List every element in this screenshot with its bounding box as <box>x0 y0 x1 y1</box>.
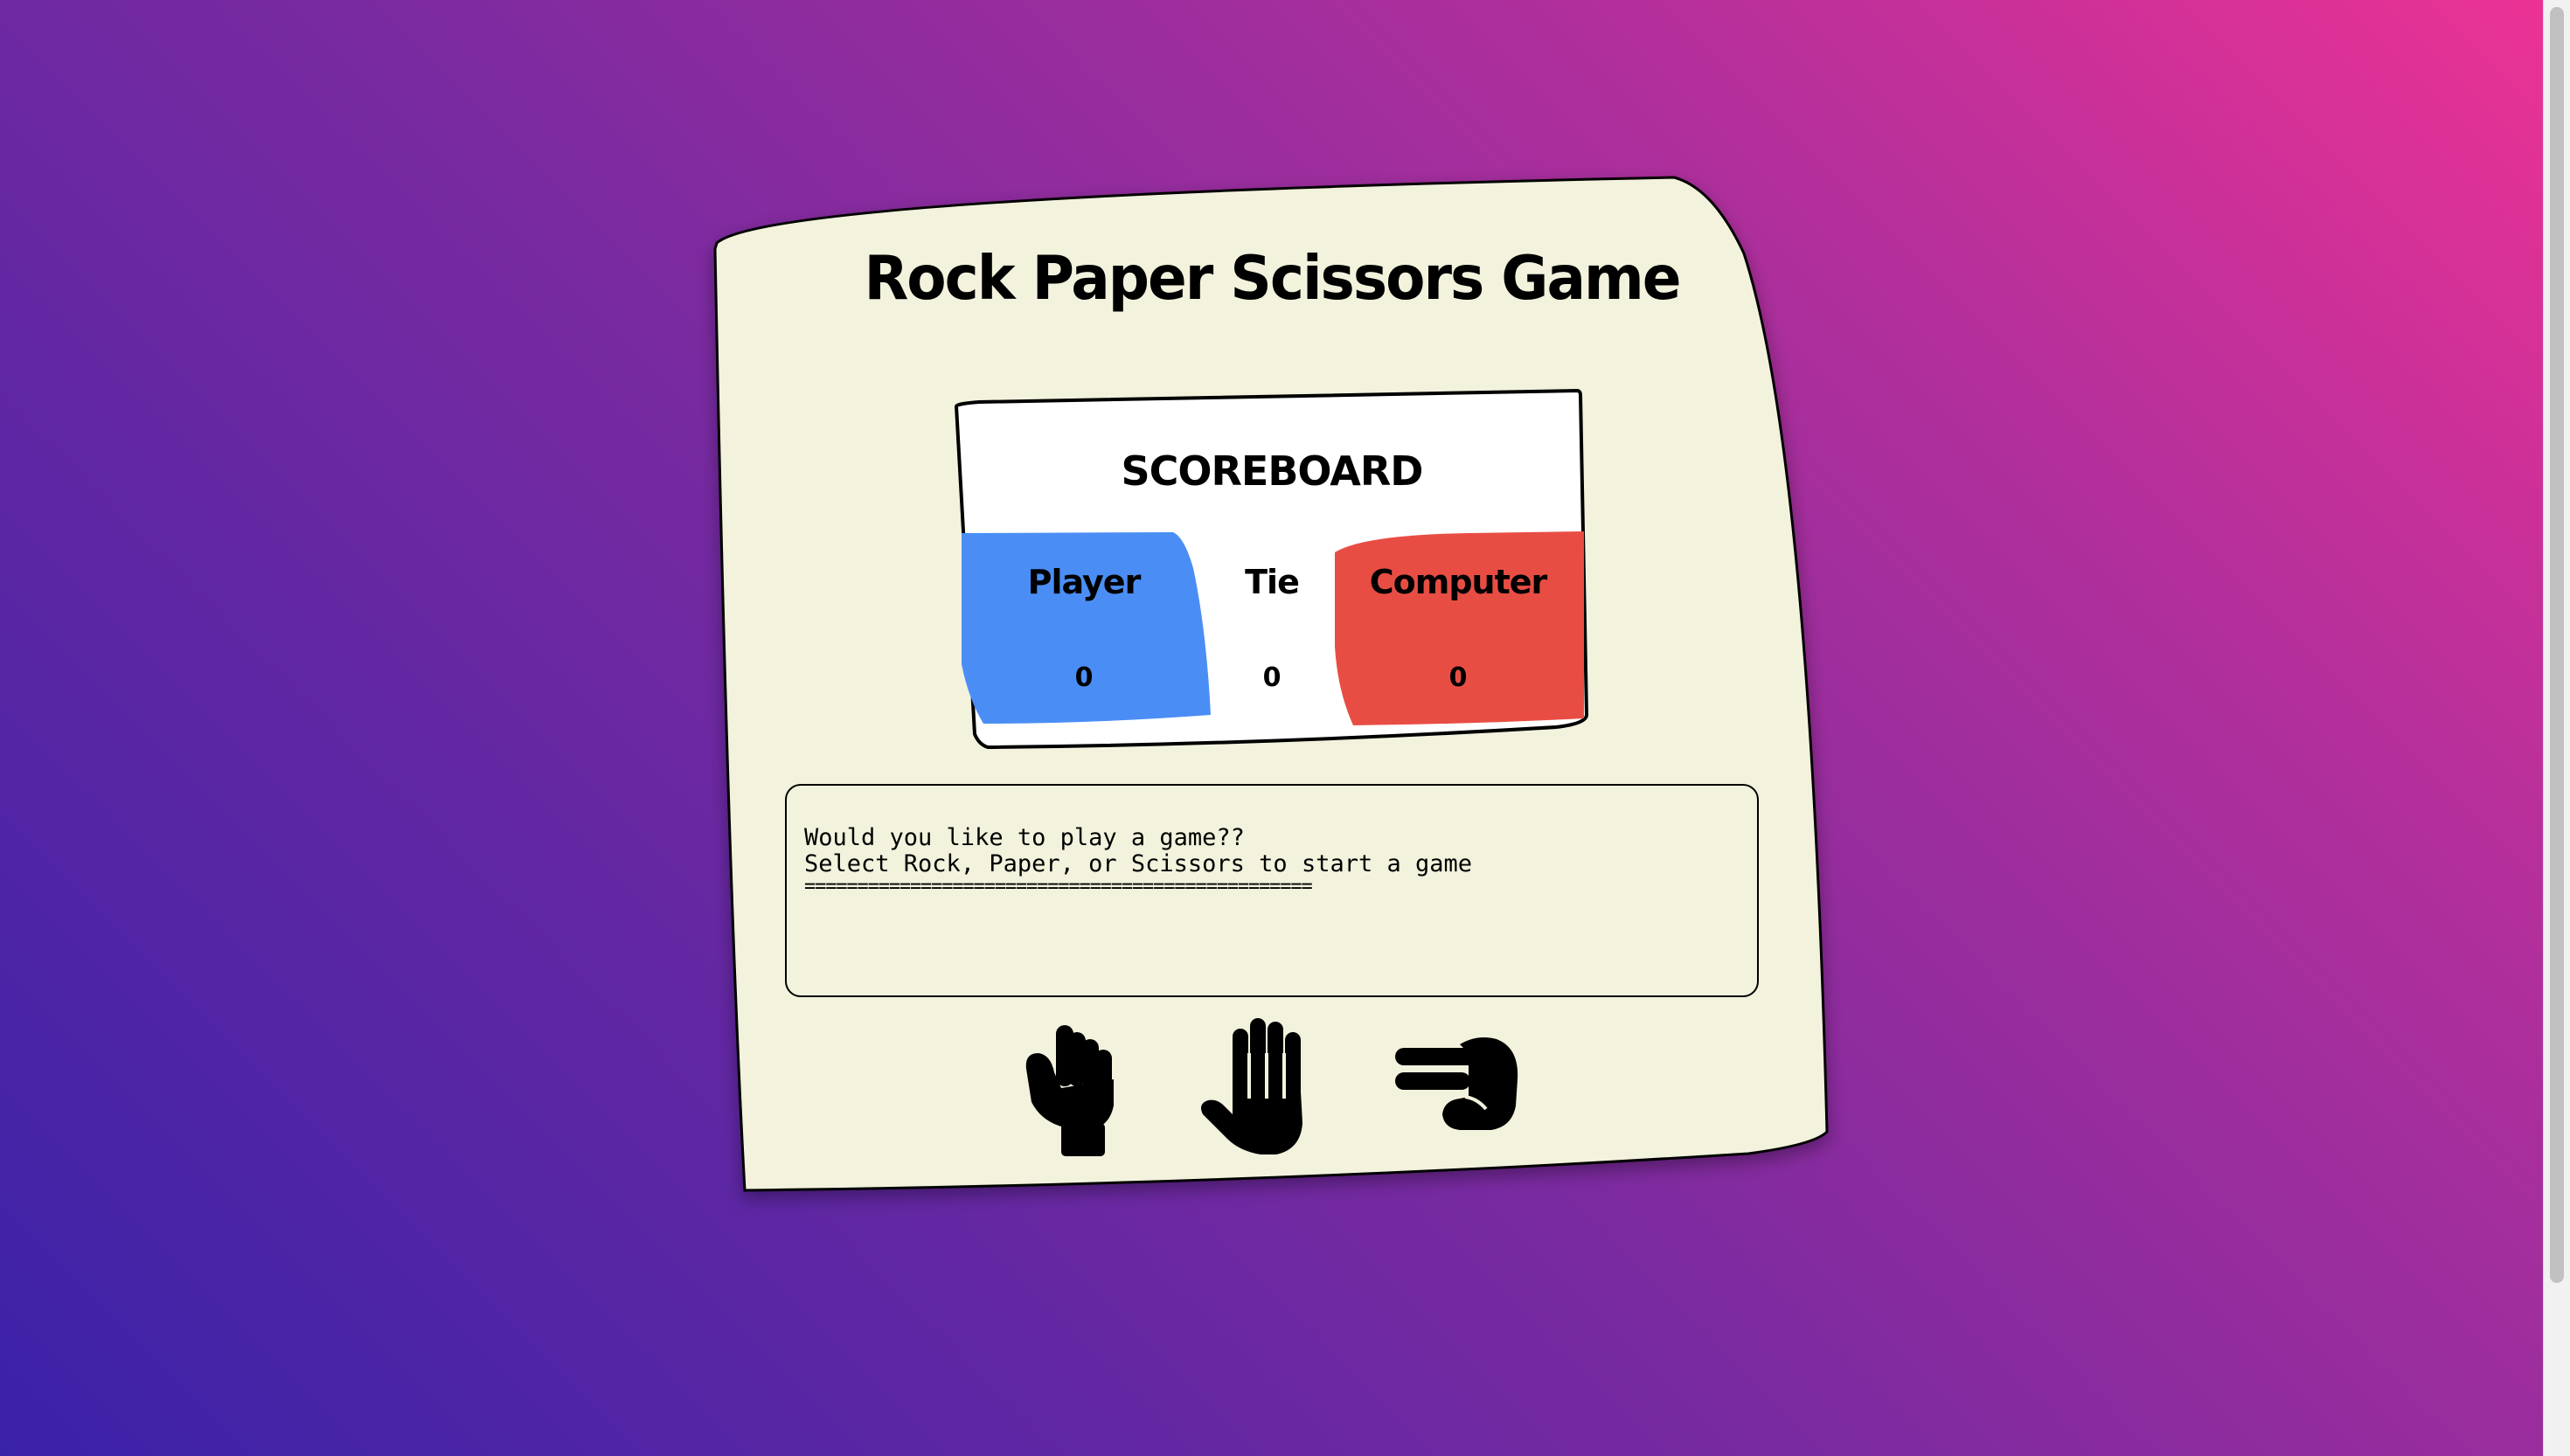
computer-score-panel <box>1335 531 1584 725</box>
scrollbar-thumb[interactable] <box>2550 7 2564 1283</box>
paper-button[interactable] <box>1198 1018 1329 1158</box>
scoreboard-title: SCOREBOARD <box>1121 447 1424 495</box>
message-line-1: Would you like to play a game?? <box>804 824 1245 851</box>
rock-hand-icon <box>1025 1025 1114 1156</box>
game-card <box>713 176 1829 1192</box>
paper-hand-icon <box>1201 1018 1302 1154</box>
message-line-3: ========================================… <box>804 876 1313 898</box>
scissors-button[interactable] <box>1390 1018 1521 1158</box>
game-title: Rock Paper Scissors Game <box>864 243 1681 314</box>
scissors-hand-icon <box>1395 1037 1518 1130</box>
vertical-scrollbar[interactable] <box>2543 0 2570 1456</box>
player-score-panel <box>962 532 1211 724</box>
computer-score: 0 <box>1448 662 1468 693</box>
computer-label: Computer <box>1369 563 1548 601</box>
rock-button[interactable] <box>1016 1018 1147 1158</box>
